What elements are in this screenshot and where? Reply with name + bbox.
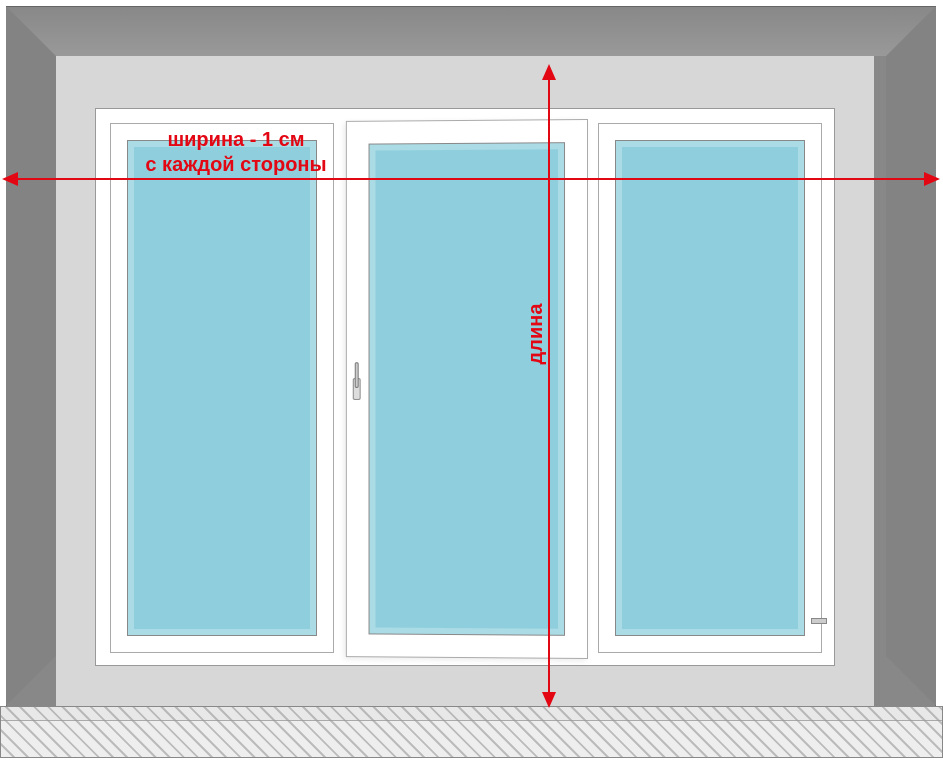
wall-bevel-top — [6, 6, 936, 56]
window-handle-icon — [353, 368, 363, 410]
length-label: длина — [524, 274, 549, 394]
hatch-pattern — [1, 707, 942, 757]
window-sill — [0, 706, 943, 758]
width-label-line1: ширина - 1 см — [167, 129, 304, 151]
window-frame — [95, 108, 835, 666]
width-arrow-line — [16, 178, 926, 180]
arrowhead-down-icon — [542, 692, 556, 708]
hinge-icon — [811, 618, 827, 624]
window-sash-right — [598, 123, 822, 653]
glass-pane-right — [615, 140, 805, 636]
wall-bevel-left — [6, 6, 56, 706]
window-sash-left — [110, 123, 334, 653]
width-label-line2: с каждой стороны — [145, 154, 326, 176]
window-sash-middle — [346, 119, 588, 659]
glass-pane-left — [127, 140, 317, 636]
arrowhead-right-icon — [924, 172, 940, 186]
arrowhead-up-icon — [542, 64, 556, 80]
wall-bevel-right — [886, 6, 936, 706]
width-label: ширина - 1 см с каждой стороны — [116, 128, 356, 178]
arrowhead-left-icon — [2, 172, 18, 186]
